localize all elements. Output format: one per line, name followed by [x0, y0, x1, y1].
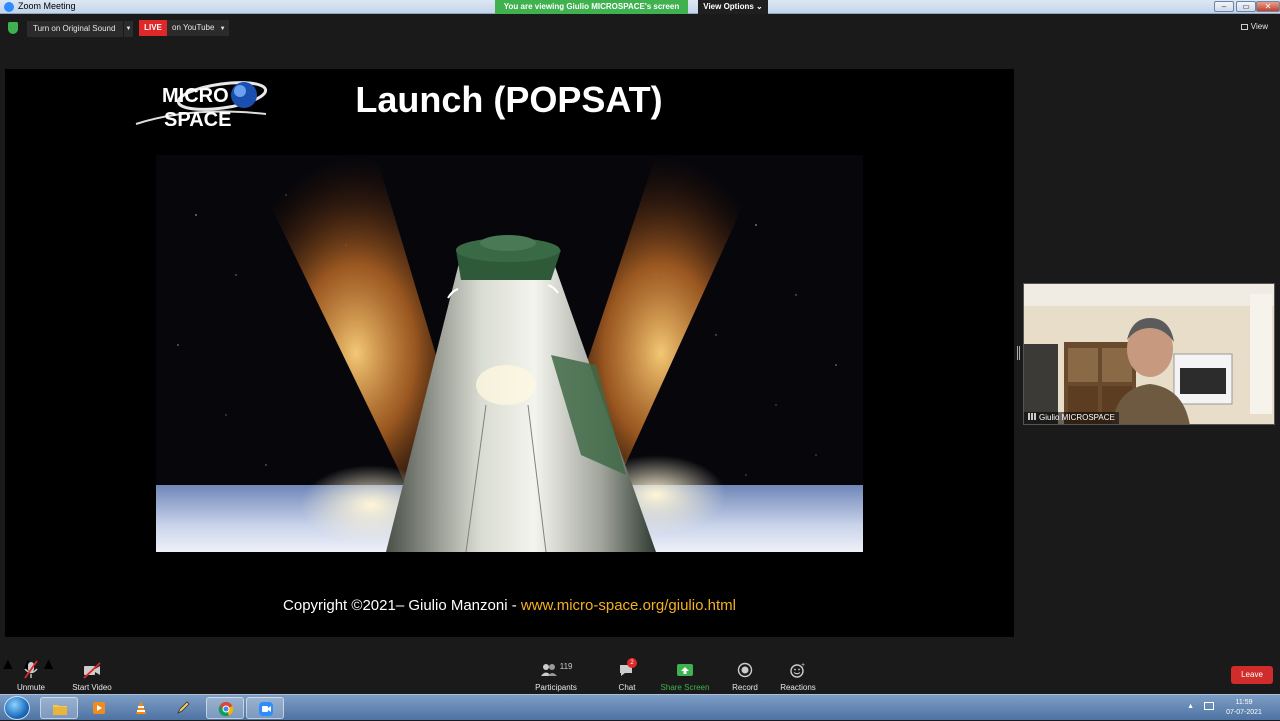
windows-taskbar: ▲ 11:59 07-07-2021 — [0, 694, 1280, 720]
zoom-app-icon — [4, 2, 14, 12]
taskbar-clock[interactable]: 11:59 07-07-2021 — [1224, 698, 1264, 718]
minimize-window-button[interactable]: – — [1214, 1, 1234, 12]
rocket-illustration — [156, 155, 863, 552]
chat-unread-badge: 2 — [627, 658, 637, 668]
meeting-control-bar: Unmute ▲ Start Video ▲ 119 Participants … — [0, 656, 1280, 694]
start-video-label: Start Video — [72, 683, 112, 692]
clock-time: 11:59 — [1235, 699, 1253, 706]
live-stream-target-label: on YouTube — [172, 23, 215, 32]
vlc-cone-icon — [136, 701, 146, 714]
encryption-shield-icon[interactable] — [8, 22, 18, 34]
muted-microphone-icon — [24, 660, 38, 679]
window-title-bar: Zoom Meeting You are viewing Giulio MICR… — [0, 0, 1280, 14]
people-icon — [540, 664, 557, 676]
svg-text:+: + — [801, 662, 805, 669]
video-off-icon — [83, 662, 101, 679]
participant-video-tile[interactable]: Giulio MICROSPACE — [1023, 283, 1275, 425]
chat-button[interactable]: 2 Chat — [610, 658, 644, 692]
view-label: View — [1250, 22, 1268, 31]
original-sound-label: Turn on Original Sound — [33, 24, 116, 33]
copyright-text: Copyright ©2021– Giulio Manzoni - — [283, 597, 521, 614]
participants-button[interactable]: 119 Participants — [534, 660, 578, 692]
maximize-window-button[interactable]: ▭ — [1236, 1, 1256, 12]
taskbar-chrome[interactable] — [206, 697, 244, 719]
reactions-label: Reactions — [780, 683, 816, 692]
folder-icon — [53, 705, 67, 715]
logo-text-micro: MICRO — [162, 85, 229, 107]
chat-label: Chat — [618, 683, 636, 692]
chat-icon-wrap: 2 — [617, 658, 637, 680]
participants-icon-group: 119 — [536, 660, 576, 680]
participants-count: 119 — [559, 662, 573, 671]
chevron-down-icon: ▼ — [219, 26, 226, 32]
view-options-menu[interactable]: View Options ⌄ — [698, 0, 768, 14]
start-button[interactable] — [4, 696, 30, 720]
copyright-url: www.micro-space.org/giulio.html — [520, 597, 736, 614]
unmute-label: Unmute — [16, 683, 45, 692]
unmute-button[interactable]: Unmute — [12, 660, 50, 692]
slide-copyright: Copyright ©2021– Giulio Manzoni - www.mi… — [5, 597, 1014, 614]
grid-icon — [1240, 24, 1248, 30]
original-sound-dropdown-icon[interactable]: ▼ — [123, 21, 133, 37]
record-icon — [737, 662, 753, 678]
record-button[interactable]: Record — [728, 660, 762, 692]
connection-signal-icon — [1028, 413, 1036, 420]
chrome-icon — [218, 702, 234, 717]
taskbar-zoom[interactable] — [246, 697, 284, 719]
original-sound-button[interactable]: Turn on Original Sound ▼ — [27, 21, 133, 37]
pencil-icon — [177, 701, 190, 714]
leave-meeting-button[interactable]: Leave — [1231, 666, 1273, 684]
record-label: Record — [732, 683, 758, 692]
viewing-screen-banner: You are viewing Giulio MICROSPACE's scre… — [495, 0, 688, 14]
participant-name-tag: Giulio MICROSPACE — [1024, 412, 1119, 424]
rocket-launch-image — [156, 155, 863, 552]
slide-title: Launch (POPSAT) — [355, 79, 663, 120]
participant-name: Giulio MICROSPACE — [1039, 413, 1115, 422]
participant-video-feed — [1024, 284, 1274, 424]
logo-text-space: SPACE — [164, 109, 231, 131]
share-screen-icon — [677, 664, 693, 676]
taskbar-file-explorer[interactable] — [40, 697, 78, 719]
network-icon[interactable] — [1204, 702, 1214, 710]
taskbar-vlc[interactable] — [122, 697, 160, 719]
tray-expand-icon[interactable]: ▲ — [1187, 703, 1194, 710]
view-layout-button[interactable]: View — [1240, 22, 1268, 31]
close-window-button[interactable]: ✕ — [1256, 1, 1280, 12]
clock-date: 07-07-2021 — [1226, 709, 1262, 716]
microspace-logo: MICRO SPACE — [135, 81, 268, 131]
panel-resize-handle[interactable] — [1017, 346, 1020, 360]
meeting-top-toolbar: Turn on Original Sound ▼ LIVE on YouTube… — [0, 15, 1280, 41]
zoom-icon — [259, 702, 273, 716]
taskbar-media-player[interactable] — [80, 697, 118, 719]
taskbar-sketch-app[interactable] — [164, 697, 202, 719]
reactions-button[interactable]: + Reactions — [778, 660, 818, 692]
live-stream-target-menu[interactable]: on YouTube ▼ — [167, 20, 229, 36]
start-video-button[interactable]: Start Video — [70, 660, 114, 692]
smiley-icon: + — [790, 662, 805, 678]
share-screen-button[interactable]: Share Screen — [660, 660, 710, 692]
participants-label: Participants — [535, 683, 577, 692]
shared-screen[interactable]: MICRO SPACE Launch (POPSAT) Copyright ©2… — [5, 69, 1014, 637]
media-player-icon — [93, 702, 105, 714]
share-screen-label: Share Screen — [660, 683, 710, 692]
live-badge: LIVE — [139, 20, 167, 36]
window-title: Zoom Meeting — [18, 1, 76, 11]
